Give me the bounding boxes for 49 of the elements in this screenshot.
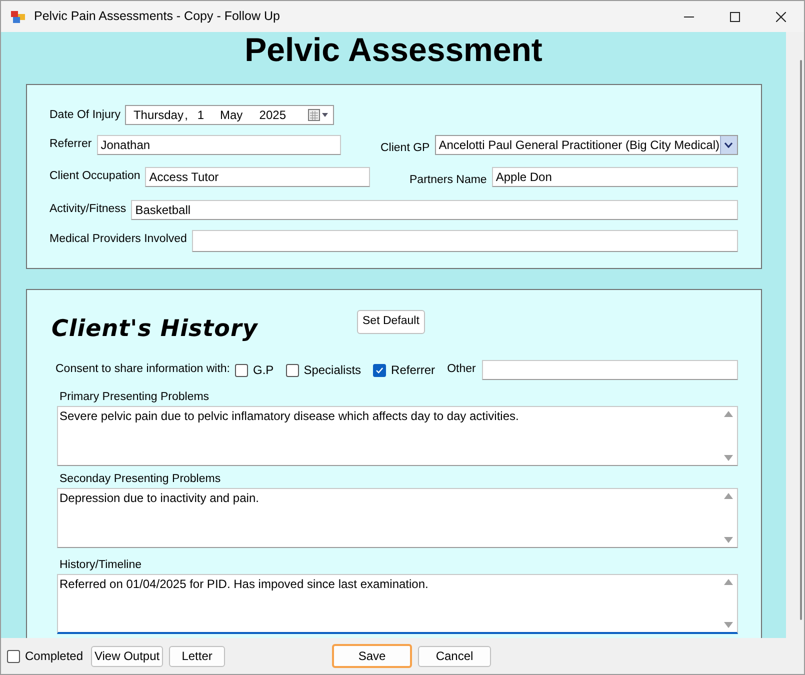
checkbox-label: G.P xyxy=(253,362,274,379)
scroll-up-icon[interactable] xyxy=(724,411,732,417)
text-field[interactable]: Apple Don xyxy=(492,167,738,188)
scrollbar-thumb[interactable] xyxy=(800,60,802,620)
field-label: Activity/Fitness xyxy=(50,202,126,216)
scroll-down-icon[interactable] xyxy=(724,537,732,543)
checkbox[interactable] xyxy=(7,650,20,662)
date-picker[interactable]: Thursday, 1 May 2025 xyxy=(125,105,334,125)
text-area[interactable]: Depression due to inactivity and pain. xyxy=(56,488,738,548)
field-label: Medical Providers Involved xyxy=(50,232,187,246)
dropdown[interactable]: Ancelotti Paul General Practitioner (Big City Medical) xyxy=(434,135,738,155)
text-field[interactable]: Access Tutor xyxy=(145,167,370,188)
set-default-button[interactable]: Set Default xyxy=(356,310,426,334)
scroll-down-icon[interactable] xyxy=(724,622,732,628)
field-label: Client GP xyxy=(380,141,430,156)
window-title: Pelvic Pain Assessments - Copy - Follow Up xyxy=(34,8,280,26)
checkbox[interactable] xyxy=(286,364,299,376)
text-field[interactable]: Jonathan xyxy=(96,135,340,155)
field-label: Client Occupation xyxy=(50,169,140,184)
text-area[interactable]: Referred on 01/04/2025 for PID. Has impoved since last examination. xyxy=(56,574,738,634)
button[interactable]: Cancel xyxy=(418,646,492,666)
field-label: Date Of Injury xyxy=(50,108,120,124)
field-label: Other xyxy=(447,362,476,378)
checkbox-label: Specialists xyxy=(304,362,362,379)
text-area[interactable]: Severe pelvic pain due to pelvic inflamatory disease which affects day to day activities. xyxy=(56,406,738,466)
checkbox-label: Completed xyxy=(25,648,84,665)
button[interactable]: View Output xyxy=(91,646,164,666)
field-label: Primary Presenting Problems xyxy=(58,390,210,404)
calendar-icon[interactable] xyxy=(308,109,330,121)
field-label: Partners Name xyxy=(410,173,487,188)
checkbox-label: Referrer xyxy=(391,362,436,379)
button[interactable]: Letter xyxy=(169,646,226,666)
scroll-down-icon[interactable] xyxy=(724,455,732,461)
checkbox[interactable] xyxy=(235,364,248,376)
app-icon xyxy=(10,8,26,24)
checkbox[interactable] xyxy=(373,364,386,376)
field-label: Referrer xyxy=(50,137,92,152)
text-field[interactable]: Basketball xyxy=(131,200,738,220)
button[interactable]: Save xyxy=(332,644,412,668)
scroll-up-icon[interactable] xyxy=(724,493,732,499)
field-label: History/Timeline xyxy=(58,558,143,572)
field-label: Consent to share information with: xyxy=(56,362,230,378)
scroll-up-icon[interactable] xyxy=(724,579,732,585)
text-field[interactable] xyxy=(192,230,738,252)
section-heading: Client's History xyxy=(52,315,259,344)
text-field[interactable] xyxy=(482,360,738,380)
checkmark-icon xyxy=(375,366,384,374)
field-label: Seconday Presenting Problems xyxy=(58,472,222,486)
page-heading: Pelvic Assessment xyxy=(244,34,542,68)
